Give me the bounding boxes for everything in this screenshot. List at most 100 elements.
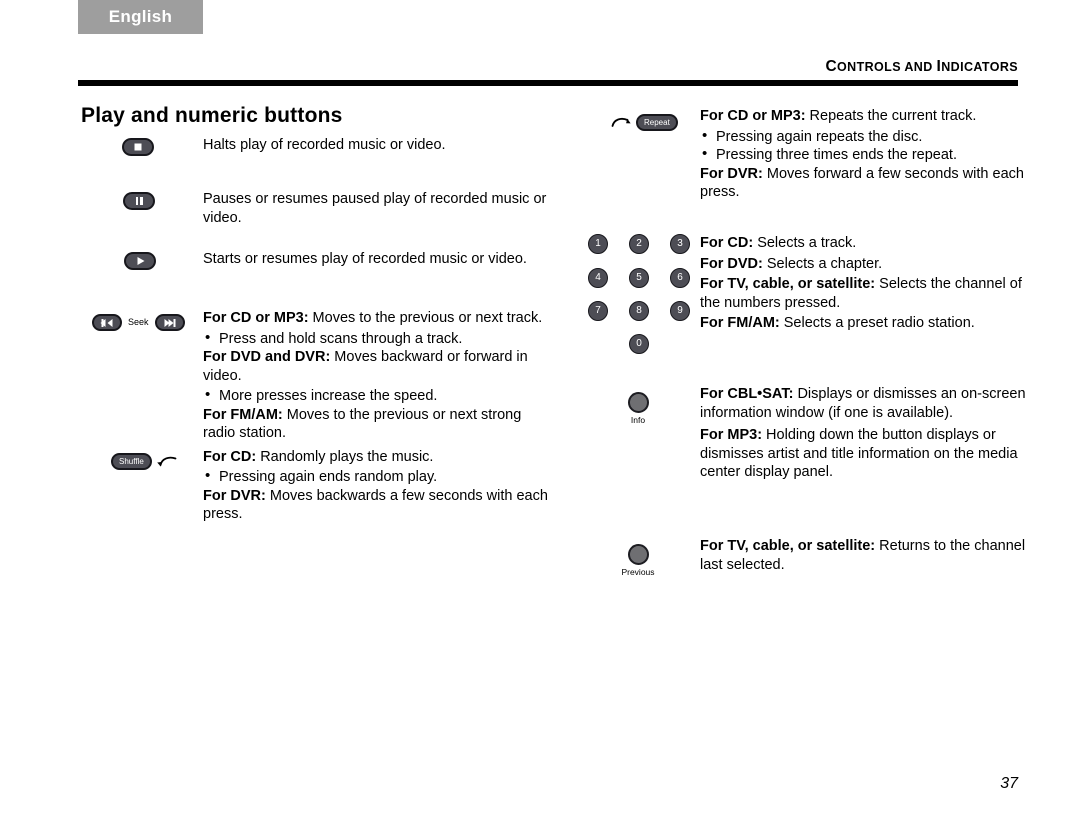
previous-button-caption: Previous — [621, 567, 655, 577]
entry-seek-line-0: For CD or MP3: Moves to the previous or … — [203, 309, 548, 328]
entry-info-text: For CBL•SAT: Displays or dismisses an on… — [700, 382, 1028, 482]
entry-stop: Halts play of recorded music or video. — [78, 130, 548, 184]
entry-keypad-line-3: For FM/AM: Selects a preset radio statio… — [700, 314, 1028, 333]
stop-button-icon[interactable] — [122, 138, 154, 156]
entry-shuffle-text: For CD: Randomly plays the music. Pressi… — [203, 445, 548, 524]
stop-glyph — [134, 143, 142, 151]
entry-keypad-line-2: For TV, cable, or satellite: Selects the… — [700, 275, 1028, 312]
entry-pause-line-0: Pauses or resumes paused play of recorde… — [203, 191, 547, 226]
counterclockwise-arrow-icon — [156, 456, 177, 467]
pause-glyph — [135, 197, 143, 205]
entry-shuffle-line-2-bold: For DVR: — [203, 487, 266, 504]
clockwise-arrow-icon — [611, 117, 631, 127]
entry-repeat-line-3-bold: For DVR: — [700, 165, 763, 182]
key-9[interactable]: 9 — [670, 301, 690, 321]
key-8[interactable]: 8 — [629, 301, 649, 321]
entry-stop-line-0: Halts play of recorded music or video. — [203, 137, 446, 153]
left-column: Halts play of recorded music or video. P… — [78, 130, 548, 541]
entry-seek-line-4: For FM/AM: Moves to the previous or next… — [203, 406, 548, 443]
header-rule — [78, 80, 1018, 86]
page-title: Play and numeric buttons — [81, 104, 343, 127]
key-7[interactable]: 7 — [588, 301, 608, 321]
numeric-keypad: 1 2 3 4 5 6 7 8 9 0 — [588, 234, 698, 369]
section-header-text-b: ONTROLS AND — [837, 60, 937, 74]
entry-keypad-line-3-rest: Selects a preset radio station. — [779, 315, 975, 331]
key-6[interactable]: 6 — [670, 268, 690, 288]
right-column: Repeat For CD or MP3: Repeats the curren… — [578, 104, 1028, 594]
entry-pause-gutter — [78, 184, 248, 210]
entry-play-text: Starts or resumes play of recorded music… — [203, 244, 548, 269]
entry-keypad-line-0-rest: Selects a track. — [753, 235, 857, 251]
shuffle-button-icon[interactable]: Shuffle — [111, 452, 152, 470]
info-button-group: Info — [608, 392, 668, 425]
entry-repeat: Repeat For CD or MP3: Repeats the curren… — [578, 104, 1028, 234]
entry-keypad: 1 2 3 4 5 6 7 8 9 0 For CD: Selects a tr… — [578, 234, 1028, 382]
entry-seek-line-2-bold: For DVD and DVR: — [203, 349, 331, 365]
key-3[interactable]: 3 — [670, 234, 690, 254]
previous-button-icon[interactable] — [627, 544, 649, 565]
entry-shuffle-line-0: For CD: Randomly plays the music. — [203, 448, 548, 467]
entry-previous: Previous For TV, cable, or satellite: Re… — [578, 534, 1028, 594]
entry-repeat-line-3: For DVR: Moves forward a few seconds wit… — [700, 165, 1028, 202]
entry-info-gutter: Info — [578, 382, 730, 425]
key-4[interactable]: 4 — [588, 268, 608, 288]
entry-repeat-line-0-rest: Repeats the current track. — [805, 108, 977, 124]
entry-keypad-text: For CD: Selects a track. For DVD: Select… — [700, 234, 1028, 333]
info-button-icon[interactable] — [627, 392, 649, 413]
entry-repeat-line-2: Pressing three times ends the repeat. — [700, 145, 1028, 165]
key-0[interactable]: 0 — [629, 334, 649, 354]
entry-shuffle-line-0-rest: Randomly plays the music. — [256, 448, 434, 465]
entry-seek: Seek For CD or MP3: Moves to the previou… — [78, 306, 548, 443]
entry-stop-gutter — [78, 130, 247, 156]
entry-stop-text: Halts play of recorded music or video. — [203, 130, 548, 155]
language-tab-label: English — [108, 7, 173, 26]
seek-label: Seek — [128, 317, 149, 327]
entry-seek-line-4-bold: For FM/AM: — [203, 406, 283, 423]
key-1[interactable]: 1 — [588, 234, 608, 254]
section-header-text-a: C — [825, 58, 838, 75]
entry-previous-line-0: For TV, cable, or satellite: Returns to … — [700, 537, 1028, 574]
entry-shuffle-line-1: Pressing again ends random play. — [203, 467, 548, 487]
entry-keypad-gutter: 1 2 3 4 5 6 7 8 9 0 — [578, 234, 710, 369]
entry-seek-line-0-bold: For CD or MP3: — [203, 310, 309, 326]
section-header: CONTROLS AND INDICATORS — [825, 58, 1018, 76]
seek-previous-button-icon[interactable] — [92, 314, 122, 331]
entry-seek-line-3: More presses increase the speed. — [203, 386, 548, 406]
entry-play-gutter — [78, 244, 249, 270]
page-number: 37 — [1000, 775, 1018, 792]
previous-button-group: Previous — [608, 544, 668, 577]
entry-repeat-text: For CD or MP3: Repeats the current track… — [700, 104, 1028, 202]
entry-repeat-line-1: Pressing again repeats the disc. — [700, 127, 1028, 147]
entry-keypad-line-0: For CD: Selects a track. — [700, 234, 1028, 253]
repeat-button-icon[interactable]: Repeat — [636, 114, 678, 131]
entry-repeat-line-0: For CD or MP3: Repeats the current track… — [700, 107, 1028, 126]
key-2[interactable]: 2 — [629, 234, 649, 254]
entry-keypad-line-1-rest: Selects a chapter. — [762, 255, 883, 272]
entry-seek-line-2: For DVD and DVR: Moves backward or forwa… — [203, 348, 548, 385]
entry-previous-text: For TV, cable, or satellite: Returns to … — [700, 534, 1028, 574]
play-glyph — [137, 257, 145, 265]
entry-seek-text: For CD or MP3: Moves to the previous or … — [203, 306, 548, 443]
pause-button-icon[interactable] — [123, 192, 155, 210]
entry-seek-line-0-rest: Moves to the previous or next track. — [308, 310, 543, 326]
repeat-button-label: Repeat — [644, 118, 670, 127]
entry-previous-gutter: Previous — [578, 534, 730, 577]
entry-pause-text: Pauses or resumes paused play of recorde… — [203, 184, 548, 227]
entry-info-line-1: For MP3: Holding down the button display… — [700, 426, 1028, 482]
entry-play-line-0: Starts or resumes play of recorded music… — [203, 251, 527, 267]
entry-keypad-line-3-bold: For FM/AM: — [700, 315, 780, 331]
entry-shuffle-line-2: For DVR: Moves backwards a few seconds w… — [203, 487, 548, 524]
key-5[interactable]: 5 — [629, 268, 649, 288]
entry-keypad-line-1: For DVD: Selects a chapter. — [700, 255, 1028, 274]
info-button-caption: Info — [630, 415, 646, 425]
entry-play: Starts or resumes play of recorded music… — [78, 244, 548, 306]
section-header-text-d: NDICATORS — [941, 60, 1018, 74]
entry-shuffle-gutter: Shuffle — [78, 445, 236, 470]
skip-back-glyph — [100, 318, 114, 327]
play-button-icon[interactable] — [124, 252, 156, 270]
language-tab[interactable]: English — [78, 0, 203, 34]
skip-forward-glyph — [163, 318, 176, 327]
entry-seek-line-1: Press and hold scans through a track. — [203, 329, 548, 349]
seek-next-button-icon[interactable] — [154, 314, 185, 331]
entry-keypad-line-2-bold: For TV, cable, or satellite: — [700, 276, 876, 292]
